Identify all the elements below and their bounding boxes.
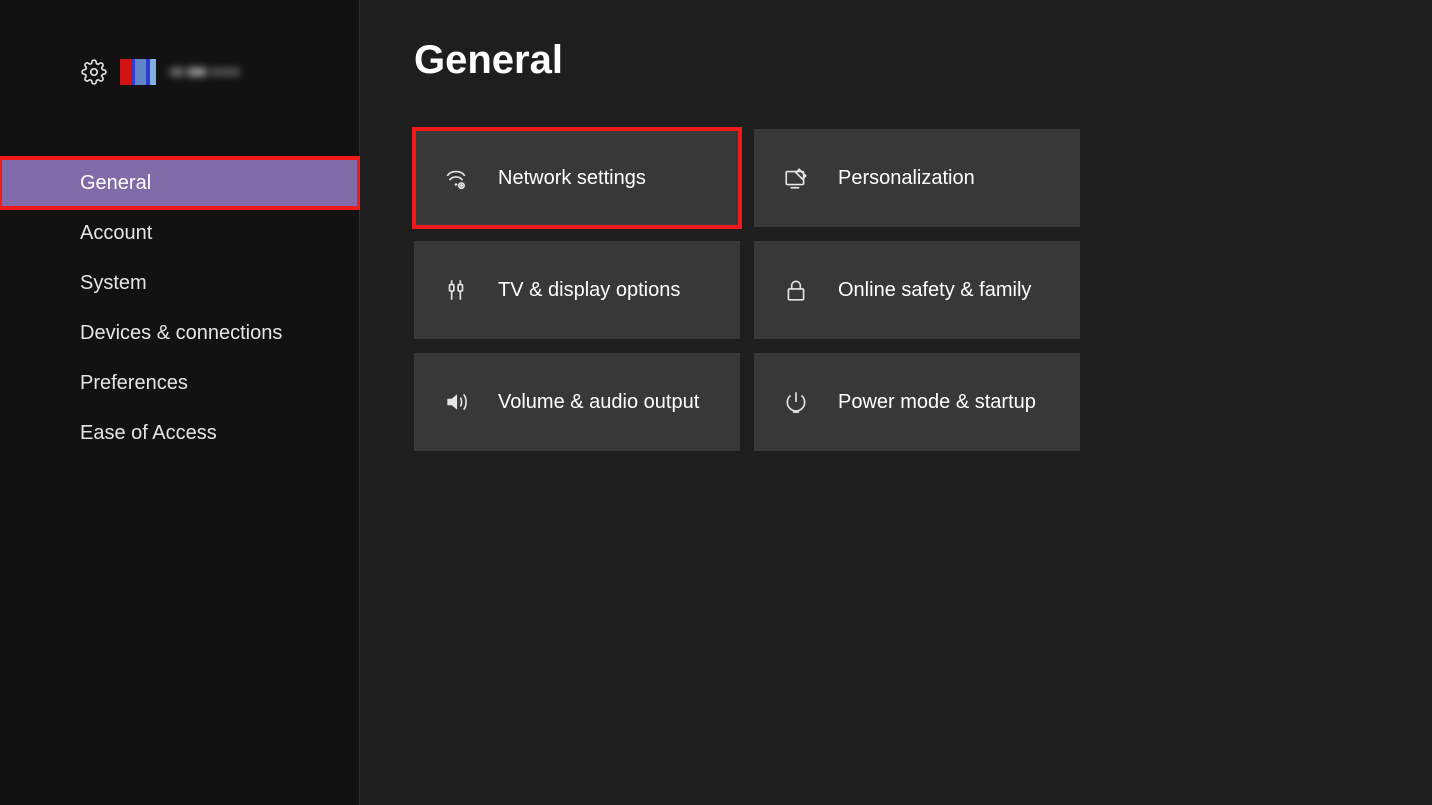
tile-online-safety[interactable]: Online safety & family xyxy=(754,241,1080,339)
settings-tile-grid: Network settings Personalization TV & di… xyxy=(414,129,1378,451)
profile-header xyxy=(0,58,359,86)
sidebar-item-devices[interactable]: Devices & connections xyxy=(0,308,359,358)
page-title: General xyxy=(414,38,1378,83)
sidebar-item-account[interactable]: Account xyxy=(0,208,359,258)
settings-sidebar: General Account System Devices & connect… xyxy=(0,0,360,805)
personal-icon xyxy=(782,164,810,192)
sidebar-item-label: Preferences xyxy=(80,372,188,395)
sidebar-item-label: Devices & connections xyxy=(80,322,282,345)
sidebar-item-label: System xyxy=(80,272,147,295)
power-icon xyxy=(782,388,810,416)
tile-label: Personalization xyxy=(838,167,975,190)
tile-label: TV & display options xyxy=(498,279,680,302)
tile-power-mode[interactable]: Power mode & startup xyxy=(754,353,1080,451)
tile-label: Volume & audio output xyxy=(498,391,699,414)
tile-label: Network settings xyxy=(498,167,646,190)
gear-icon xyxy=(80,58,108,86)
main-panel: General Network settings Personalization… xyxy=(360,0,1432,805)
tile-network-settings[interactable]: Network settings xyxy=(414,129,740,227)
sidebar-item-ease-of-access[interactable]: Ease of Access xyxy=(0,408,359,458)
tile-display-options[interactable]: TV & display options xyxy=(414,241,740,339)
tile-label: Online safety & family xyxy=(838,279,1031,302)
tile-volume-audio[interactable]: Volume & audio output xyxy=(414,353,740,451)
avatar xyxy=(120,59,156,85)
tile-personalization[interactable]: Personalization xyxy=(754,129,1080,227)
sidebar-item-preferences[interactable]: Preferences xyxy=(0,358,359,408)
sidebar-item-system[interactable]: System xyxy=(0,258,359,308)
display-icon xyxy=(442,276,470,304)
sidebar-item-label: Ease of Access xyxy=(80,422,217,445)
tile-label: Power mode & startup xyxy=(838,391,1036,414)
lock-icon xyxy=(782,276,810,304)
audio-icon xyxy=(442,388,470,416)
network-icon xyxy=(442,164,470,192)
sidebar-item-label: Account xyxy=(80,222,152,245)
gamertag-redacted xyxy=(170,68,240,76)
sidebar-item-label: General xyxy=(80,172,151,195)
sidebar-item-general[interactable]: General xyxy=(0,158,359,208)
